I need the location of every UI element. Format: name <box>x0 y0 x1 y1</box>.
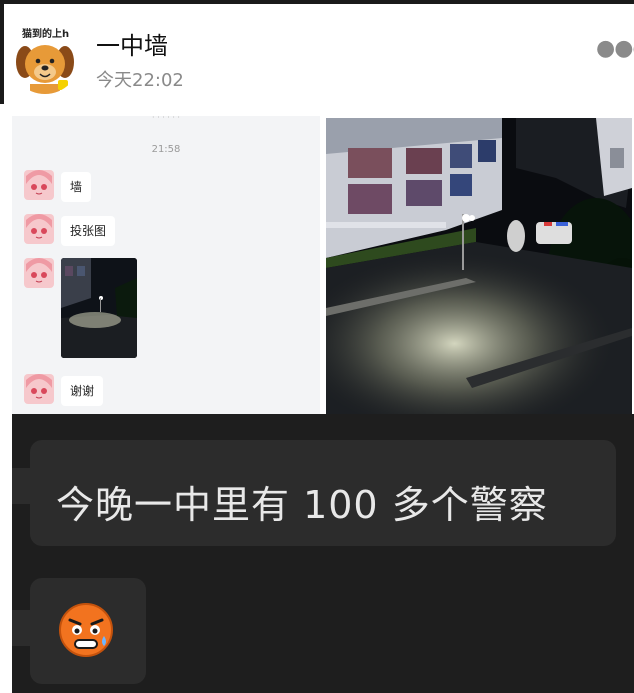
night-campus-photo[interactable] <box>326 118 632 414</box>
bubble-tail <box>12 468 32 504</box>
night-photo-thumbnail[interactable] <box>61 258 137 358</box>
sender-avatar <box>24 170 54 200</box>
post-time: 今天22:02 <box>96 70 184 91</box>
sender-avatar <box>24 214 54 244</box>
author-name[interactable]: 一中墙 <box>96 26 168 61</box>
sender-avatar <box>24 258 54 288</box>
chat-screenshot-image[interactable]: · · · · · · 21:58 墙 投张图 谢谢 <box>12 116 320 414</box>
sender-avatar <box>24 374 54 404</box>
more-dots-icon[interactable]: ●●● <box>596 36 634 61</box>
chat-header-fragment: · · · · · · <box>152 116 180 122</box>
bubble-tail <box>12 610 32 646</box>
top-border <box>0 0 634 4</box>
chat-message-bubble: 谢谢 <box>61 376 104 406</box>
dark-chat-section: 今晚一中里有 100 多个警察 <box>12 414 634 693</box>
left-border <box>0 4 4 104</box>
chat-timestamp: 21:58 <box>151 144 181 155</box>
message-text: 今晚一中里有 100 多个警察 <box>56 483 548 527</box>
avatar-tag-text: 猫到的上h <box>22 29 70 40</box>
chat-message-bubble: 墙 <box>61 172 92 202</box>
chat-message-bubble: 投张图 <box>61 216 116 246</box>
post-header: 猫到的上h 一中墙 今天22:02 ●●● <box>0 0 634 108</box>
dark-section-top <box>12 414 634 440</box>
sweat-emoji-icon <box>58 602 114 658</box>
